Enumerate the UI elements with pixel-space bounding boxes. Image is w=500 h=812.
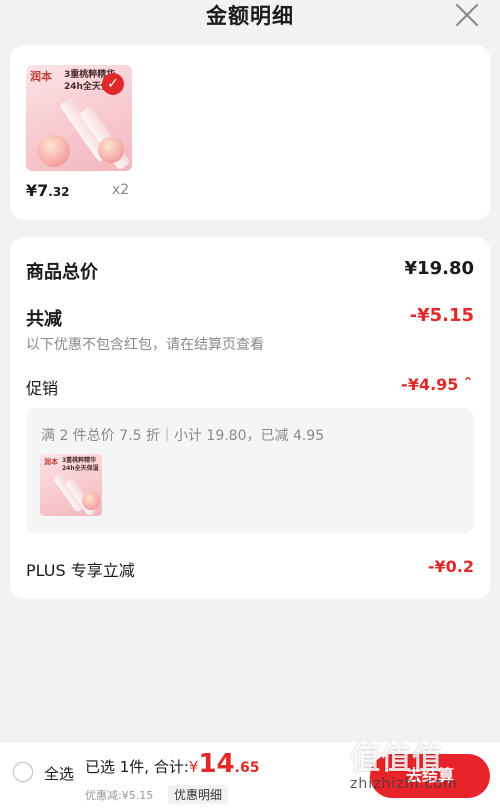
plus-discount-value: -¥0.2 — [427, 557, 474, 576]
total-reduction-label: 共减 — [26, 309, 62, 330]
brand-logo: 润本 — [44, 458, 58, 466]
peach-graphic — [82, 492, 100, 510]
goods-total-label: 商品总价 — [26, 262, 98, 283]
plus-discount-label: PLUS 专享立减 — [26, 561, 135, 580]
promotion-product-image[interactable]: 润本 3重桃粹精华 24h全天保湿 — [40, 454, 102, 516]
brand-logo: 润本 — [30, 70, 52, 83]
product-card: 润本 3重桃粹精华 24h全天保湿 ✓ ¥7.32 x2 — [10, 45, 490, 220]
selected-count-text: 已选 1件, 合计: — [85, 758, 189, 776]
product-price: ¥7.32 — [26, 181, 70, 200]
page-title: 金额明细 — [206, 4, 294, 28]
goods-total-value: ¥19.80 — [404, 258, 474, 279]
product-quantity: x2 — [112, 182, 130, 198]
peach-graphic — [38, 135, 70, 167]
total-amount: ¥14.65 — [188, 749, 260, 779]
summary-card: 商品总价 ¥19.80 共减 -¥5.15 以下优惠不包含红包，请在结算页查看 … — [10, 237, 490, 599]
close-icon[interactable] — [454, 2, 480, 28]
promotion-value-toggle[interactable]: -¥4.95 ˆ — [401, 375, 472, 394]
checkout-bar: 全选 已选 1件, 合计:¥14.65 优惠减:¥5.15 优惠明细 去结算 — [0, 742, 500, 812]
checkout-button[interactable]: 去结算 — [370, 754, 490, 798]
discount-summary: 优惠减:¥5.15 — [85, 789, 154, 802]
total-reduction-value: -¥5.15 — [409, 305, 474, 326]
header: 金额明细 — [0, 0, 500, 32]
product-image[interactable]: 润本 3重桃粹精华 24h全天保湿 ✓ — [26, 65, 132, 171]
select-all-label[interactable]: 全选 — [44, 763, 74, 784]
order-total: 已选 1件, 合计:¥14.65 — [85, 749, 259, 779]
promotion-label: 促销 — [26, 379, 59, 398]
discount-detail-button[interactable]: 优惠明细 — [168, 785, 229, 804]
peach-graphic — [98, 137, 124, 163]
selected-check-icon[interactable]: ✓ — [102, 73, 124, 95]
product-promo-text: 3重桃粹精华 24h全天保湿 — [62, 457, 99, 472]
select-all-radio[interactable] — [13, 762, 33, 782]
discount-note: 以下优惠不包含红包，请在结算页查看 — [26, 337, 264, 353]
promotion-detail-text: 满 2 件总价 7.5 折｜小计 19.80，已减 4.95 — [41, 428, 325, 444]
